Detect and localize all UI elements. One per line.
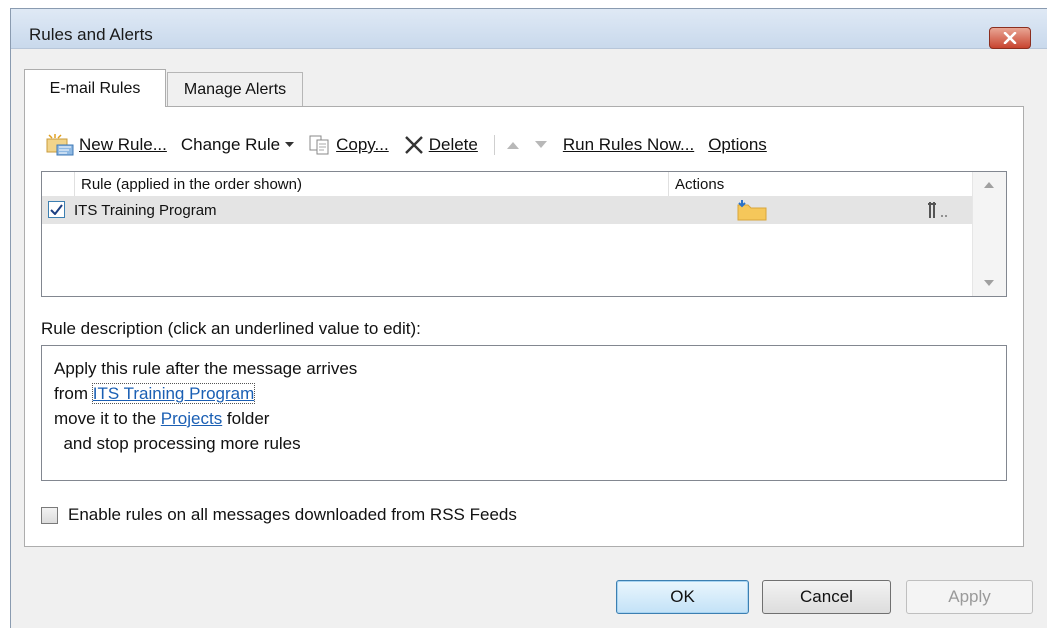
- run-rules-now-button[interactable]: Run Rules Now...: [563, 135, 694, 155]
- rules-list[interactable]: Rule (applied in the order shown) Action…: [41, 171, 1007, 297]
- copy-button[interactable]: Copy...: [308, 134, 389, 156]
- delete-button[interactable]: Delete: [403, 135, 478, 155]
- checkmark-icon: [50, 204, 63, 215]
- move-down-icon[interactable]: [534, 141, 547, 149]
- new-rule-label: New Rule...: [79, 135, 167, 154]
- rule-description-label: Rule description (click an underlined va…: [41, 319, 421, 338]
- toolbar-separator: [493, 135, 495, 155]
- rule-actions-tool-icon[interactable]: [926, 201, 950, 223]
- move-to-folder-icon: [736, 199, 768, 225]
- rss-label[interactable]: Enable rules on all messages downloaded …: [68, 505, 517, 525]
- delete-icon: [403, 135, 425, 155]
- description-line-4: and stop processing more rules: [54, 434, 301, 453]
- new-rule-button[interactable]: New Rule...: [45, 133, 167, 157]
- description-from-text: from: [54, 384, 93, 403]
- title-bar: Rules and Alerts: [11, 9, 1047, 49]
- folder-link[interactable]: Projects: [161, 409, 222, 428]
- description-move-text: move it to the: [54, 409, 161, 428]
- tab-manage-alerts[interactable]: Manage Alerts: [167, 72, 303, 106]
- options-label: Options: [708, 135, 767, 154]
- tab-email-rules[interactable]: E-mail Rules: [24, 69, 166, 107]
- close-button[interactable]: [989, 27, 1031, 49]
- column-header-actions[interactable]: Actions: [668, 172, 968, 196]
- rss-checkbox[interactable]: [41, 506, 58, 524]
- change-rule-button[interactable]: Change Rule: [180, 135, 295, 155]
- delete-label: Delete: [428, 135, 478, 154]
- dropdown-arrow-icon: [285, 142, 295, 148]
- rules-toolbar: New Rule... Change Rule Copy... Delete R…: [45, 131, 781, 159]
- scroll-down-icon[interactable]: [984, 280, 994, 286]
- window-title: Rules and Alerts: [29, 25, 153, 44]
- email-rules-panel: New Rule... Change Rule Copy... Delete R…: [24, 106, 1024, 547]
- change-rule-label: Change Rule: [180, 135, 281, 154]
- rules-list-scrollbar[interactable]: [972, 172, 1006, 296]
- rule-name: ITS Training Program: [74, 201, 217, 219]
- run-rules-now-label: Run Rules Now...: [562, 135, 695, 154]
- rule-row[interactable]: ITS Training Program: [42, 196, 972, 224]
- close-icon: [1003, 32, 1017, 44]
- rule-description-box: Apply this rule after the message arrive…: [41, 345, 1007, 481]
- description-folder-text: folder: [222, 409, 270, 428]
- scroll-up-icon[interactable]: [984, 182, 994, 188]
- rss-option: Enable rules on all messages downloaded …: [41, 505, 517, 525]
- column-header-rule[interactable]: Rule (applied in the order shown): [74, 172, 668, 196]
- rule-enabled-checkbox[interactable]: [48, 201, 65, 218]
- new-rule-icon: [45, 133, 75, 157]
- copy-label: Copy...: [336, 135, 389, 154]
- options-button[interactable]: Options: [708, 135, 767, 155]
- move-up-icon[interactable]: [506, 141, 519, 149]
- apply-button[interactable]: Apply: [906, 580, 1033, 614]
- description-line-3: move it to the Projects folder: [54, 406, 1006, 431]
- list-header: Rule (applied in the order shown) Action…: [42, 172, 972, 197]
- ok-button[interactable]: OK: [616, 580, 749, 614]
- copy-icon: [308, 134, 332, 156]
- description-line-2: from ITS Training Program: [54, 381, 1006, 406]
- sender-link[interactable]: ITS Training Program: [91, 383, 256, 404]
- description-line-1: Apply this rule after the message arrive…: [54, 359, 358, 378]
- cancel-button[interactable]: Cancel: [762, 580, 891, 614]
